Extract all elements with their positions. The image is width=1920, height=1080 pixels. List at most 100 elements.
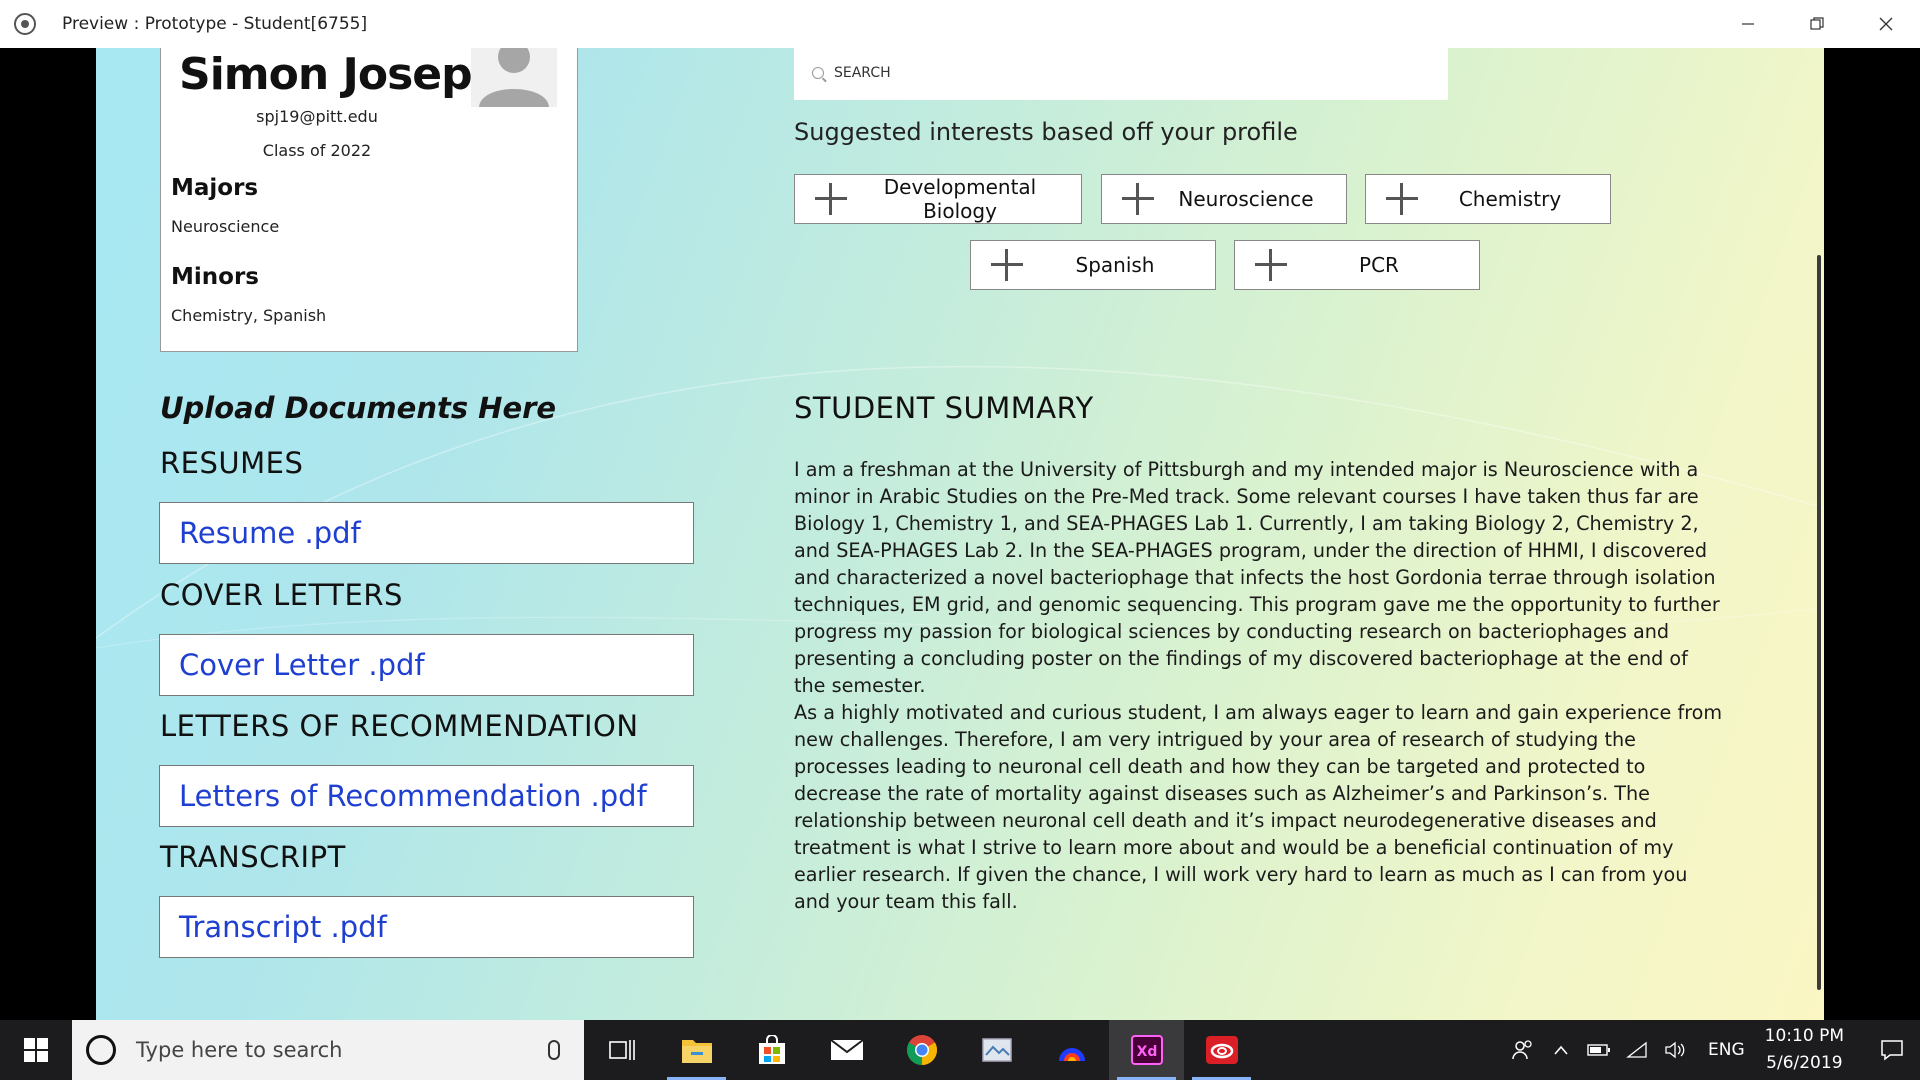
task-view-icon — [608, 1040, 635, 1060]
interest-label: PCR — [1359, 253, 1399, 277]
start-button[interactable] — [0, 1020, 72, 1080]
language-indicator[interactable]: ENG — [1708, 1040, 1745, 1060]
transcript-heading: TRANSCRIPT — [160, 840, 346, 874]
minors-value: Chemistry, Spanish — [171, 306, 327, 325]
creative-cloud-icon — [1205, 1036, 1238, 1064]
prototype-canvas: Simon Joseph spj19@pitt.edu Class of 202… — [96, 48, 1824, 1020]
majors-heading: Majors — [171, 175, 259, 201]
action-center-button[interactable] — [1864, 1039, 1920, 1061]
battery-icon — [1587, 1044, 1611, 1056]
window-title-bar: Preview : Prototype - Student[6755] — [0, 0, 1920, 48]
suggested-interests-title: Suggested interests based off your profi… — [794, 118, 1298, 146]
plus-icon — [1386, 183, 1418, 215]
adobe-xd-icon: Xd — [1130, 1035, 1163, 1065]
interest-label: Chemistry — [1458, 187, 1562, 211]
clock[interactable]: 10:10 PM 5/6/2019 — [1765, 1023, 1844, 1077]
cover-letter-file-link[interactable]: Cover Letter .pdf — [179, 648, 425, 682]
upload-documents-title: Upload Documents Here — [160, 391, 557, 425]
taskbar: Type here to search Xd ENG 10:10 PM 5/6/… — [0, 1020, 1920, 1080]
interest-label: Developmental Biology — [883, 175, 1037, 223]
resume-file-link[interactable]: Resume .pdf — [179, 516, 361, 550]
mail-button[interactable] — [809, 1020, 884, 1080]
user-avatar-icon — [479, 48, 549, 107]
file-explorer-icon — [681, 1040, 712, 1063]
search-input[interactable]: SEARCH — [794, 48, 1448, 100]
cortana-icon — [86, 1035, 116, 1065]
plus-icon — [815, 183, 847, 215]
app-icon — [14, 13, 36, 35]
chrome-button[interactable] — [884, 1020, 959, 1080]
summary-paragraph-1: I am a freshman at the University of Pit… — [794, 458, 1720, 697]
restore-icon — [1809, 17, 1824, 30]
adobe-xd-button[interactable]: Xd — [1109, 1020, 1184, 1080]
add-interest-chemistry-button[interactable]: Chemistry — [1365, 174, 1611, 224]
clock-date: 5/6/2019 — [1766, 1053, 1843, 1073]
add-interest-developmental-biology-button[interactable]: Developmental Biology — [794, 174, 1082, 224]
add-interest-neuroscience-button[interactable]: Neuroscience — [1101, 174, 1347, 224]
clock-time: 10:10 PM — [1764, 1026, 1844, 1046]
people-icon — [1512, 1040, 1532, 1060]
minimize-button[interactable] — [1713, 0, 1782, 48]
profile-email: spj19@pitt.edu — [256, 107, 378, 126]
avatar[interactable] — [471, 48, 557, 107]
volume-button[interactable] — [1656, 1041, 1694, 1059]
minimize-icon — [1741, 23, 1754, 25]
majors-value: Neuroscience — [171, 217, 280, 236]
profile-card: Simon Joseph spj19@pitt.edu Class of 202… — [160, 48, 578, 352]
battery-button[interactable] — [1580, 1043, 1618, 1057]
profile-name: Simon Joseph — [179, 49, 503, 100]
resume-file-box[interactable]: Resume .pdf — [159, 502, 694, 564]
show-hidden-icons-button[interactable] — [1542, 1044, 1580, 1056]
chrome-icon — [906, 1035, 937, 1065]
add-interest-pcr-button[interactable]: PCR — [1234, 240, 1480, 290]
photos-icon — [981, 1038, 1012, 1062]
interest-label: Spanish — [1075, 253, 1155, 277]
cover-letter-file-box[interactable]: Cover Letter .pdf — [159, 634, 694, 696]
taskbar-search-placeholder: Type here to search — [136, 1038, 343, 1062]
network-button[interactable] — [1618, 1041, 1656, 1059]
file-explorer-button[interactable] — [659, 1020, 734, 1080]
add-interest-spanish-button[interactable]: Spanish — [970, 240, 1216, 290]
app-button[interactable] — [1034, 1020, 1109, 1080]
svg-text:Xd: Xd — [1136, 1044, 1157, 1060]
recommendation-file-box[interactable]: Letters of Recommendation .pdf — [159, 765, 694, 827]
transcript-file-box[interactable]: Transcript .pdf — [159, 896, 694, 958]
search-icon — [812, 67, 824, 79]
mail-icon — [829, 1039, 864, 1060]
wifi-icon — [1626, 1041, 1647, 1058]
transcript-file-link[interactable]: Transcript .pdf — [179, 910, 387, 944]
task-view-button[interactable] — [584, 1020, 659, 1080]
app-icon — [1058, 1048, 1085, 1061]
window-title: Preview : Prototype - Student[6755] — [62, 14, 368, 34]
interest-label: Neuroscience — [1178, 187, 1314, 211]
volume-icon — [1665, 1041, 1685, 1059]
letters-of-recommendation-heading: LETTERS OF RECOMMENDATION — [160, 709, 639, 743]
close-button[interactable] — [1851, 0, 1920, 48]
search-placeholder: SEARCH — [834, 65, 891, 81]
store-button[interactable] — [734, 1020, 809, 1080]
people-button[interactable] — [1504, 1039, 1542, 1061]
windows-logo-icon — [24, 1038, 48, 1062]
photos-button[interactable] — [959, 1020, 1034, 1080]
minors-heading: Minors — [171, 264, 259, 290]
chevron-up-icon — [1554, 1045, 1568, 1055]
close-icon — [1879, 17, 1892, 31]
store-icon — [758, 1035, 785, 1064]
plus-icon — [1122, 183, 1154, 215]
notification-icon — [1881, 1040, 1903, 1061]
plus-icon — [991, 249, 1023, 281]
profile-class-year: Class of 2022 — [262, 141, 372, 160]
restore-button[interactable] — [1782, 0, 1851, 48]
creative-cloud-button[interactable] — [1184, 1020, 1259, 1080]
microphone-icon[interactable] — [548, 1040, 560, 1060]
vertical-scrollbar[interactable] — [1817, 255, 1821, 990]
system-tray: ENG 10:10 PM 5/6/2019 — [1504, 1020, 1920, 1080]
window-controls — [1713, 0, 1920, 48]
plus-icon — [1255, 249, 1287, 281]
resumes-heading: RESUMES — [160, 446, 304, 480]
student-summary-title: STUDENT SUMMARY — [794, 391, 1094, 425]
cover-letters-heading: COVER LETTERS — [160, 578, 403, 612]
taskbar-search-box[interactable]: Type here to search — [72, 1020, 584, 1080]
recommendation-file-link[interactable]: Letters of Recommendation .pdf — [179, 779, 647, 813]
summary-paragraph-2: As a highly motivated and curious studen… — [794, 701, 1723, 913]
